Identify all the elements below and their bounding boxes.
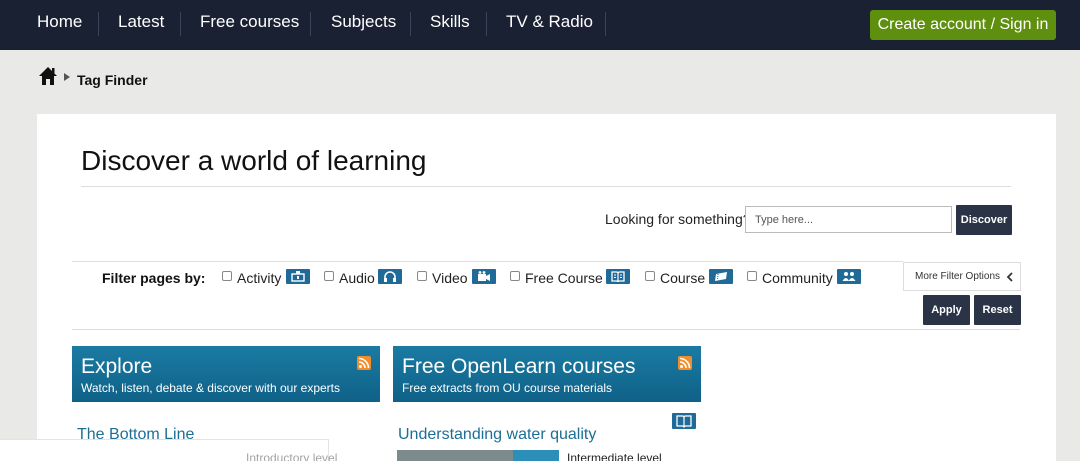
nav-separator	[180, 12, 181, 36]
filter-label: Filter pages by:	[102, 270, 206, 286]
nav-separator	[410, 12, 411, 36]
result-link[interactable]: Understanding water quality	[398, 426, 596, 444]
nav-separator	[98, 12, 99, 36]
search-label: Looking for something?	[605, 211, 751, 227]
nav-latest[interactable]: Latest	[118, 0, 164, 50]
explore-banner[interactable]: Explore Watch, listen, debate & discover…	[72, 346, 380, 402]
ticket-icon	[709, 269, 733, 284]
banner-title: Free OpenLearn courses	[402, 355, 636, 378]
activity-checkbox[interactable]	[222, 271, 232, 281]
filter-option-label: Video	[432, 270, 468, 286]
course-checkbox[interactable]	[645, 271, 655, 281]
apply-button[interactable]: Apply	[923, 295, 970, 325]
open-book-icon	[672, 413, 696, 429]
divider	[72, 261, 903, 262]
activity-icon	[286, 269, 310, 284]
banner-subtitle: Free extracts from OU course materials	[402, 381, 613, 395]
nav-skills[interactable]: Skills	[430, 0, 470, 50]
video-checkbox[interactable]	[417, 271, 427, 281]
nav-tv-radio[interactable]: TV & Radio	[506, 0, 593, 50]
filter-option-label: Activity	[237, 270, 282, 286]
home-icon[interactable]	[38, 66, 58, 86]
open-book-icon	[606, 269, 630, 284]
nav-separator	[486, 12, 487, 36]
people-icon	[837, 269, 861, 284]
community-checkbox[interactable]	[747, 271, 757, 281]
discover-button[interactable]: Discover	[956, 205, 1012, 235]
audio-checkbox[interactable]	[324, 271, 334, 281]
headphones-icon	[378, 269, 402, 284]
reset-button[interactable]: Reset	[974, 295, 1021, 325]
nav-separator	[605, 12, 606, 36]
page-title: Discover a world of learning	[81, 145, 427, 176]
free-openlearn-banner[interactable]: Free OpenLearn courses Free extracts fro…	[393, 346, 701, 402]
nav-free-courses[interactable]: Free courses	[200, 0, 299, 50]
thumbnail-icon-strip	[513, 450, 559, 461]
filter-option-label: Free Course	[525, 270, 603, 286]
more-filter-options-toggle[interactable]: More Filter Options	[903, 262, 1021, 291]
divider	[81, 186, 1011, 187]
filter-option-label: Audio	[339, 270, 375, 286]
create-account-signin-button[interactable]: Create account / Sign in	[870, 10, 1056, 40]
banner-subtitle: Watch, listen, debate & discover with ou…	[81, 381, 341, 395]
nav-home[interactable]: Home	[37, 0, 82, 50]
divider	[72, 329, 1020, 330]
search-input[interactable]	[745, 206, 952, 233]
free-course-checkbox[interactable]	[510, 271, 520, 281]
nav-separator	[310, 12, 311, 36]
result-level: Introductory level	[246, 451, 338, 461]
chevron-left-icon	[1006, 272, 1013, 282]
breadcrumb-current: Tag Finder	[77, 72, 148, 88]
video-camera-icon	[472, 269, 496, 284]
filter-option-label: Community	[762, 270, 833, 286]
filter-option-label: Course	[660, 270, 706, 286]
result-level: Intermediate level	[567, 451, 662, 461]
banner-title: Explore	[81, 355, 153, 378]
nav-subjects[interactable]: Subjects	[331, 0, 396, 50]
more-filter-options-label: More Filter Options	[915, 271, 1001, 282]
top-navigation: Home Latest Free courses Subjects Skills…	[0, 0, 1080, 50]
rss-icon[interactable]	[357, 356, 371, 370]
rss-icon[interactable]	[678, 356, 692, 370]
breadcrumb-arrow-icon	[64, 73, 70, 81]
